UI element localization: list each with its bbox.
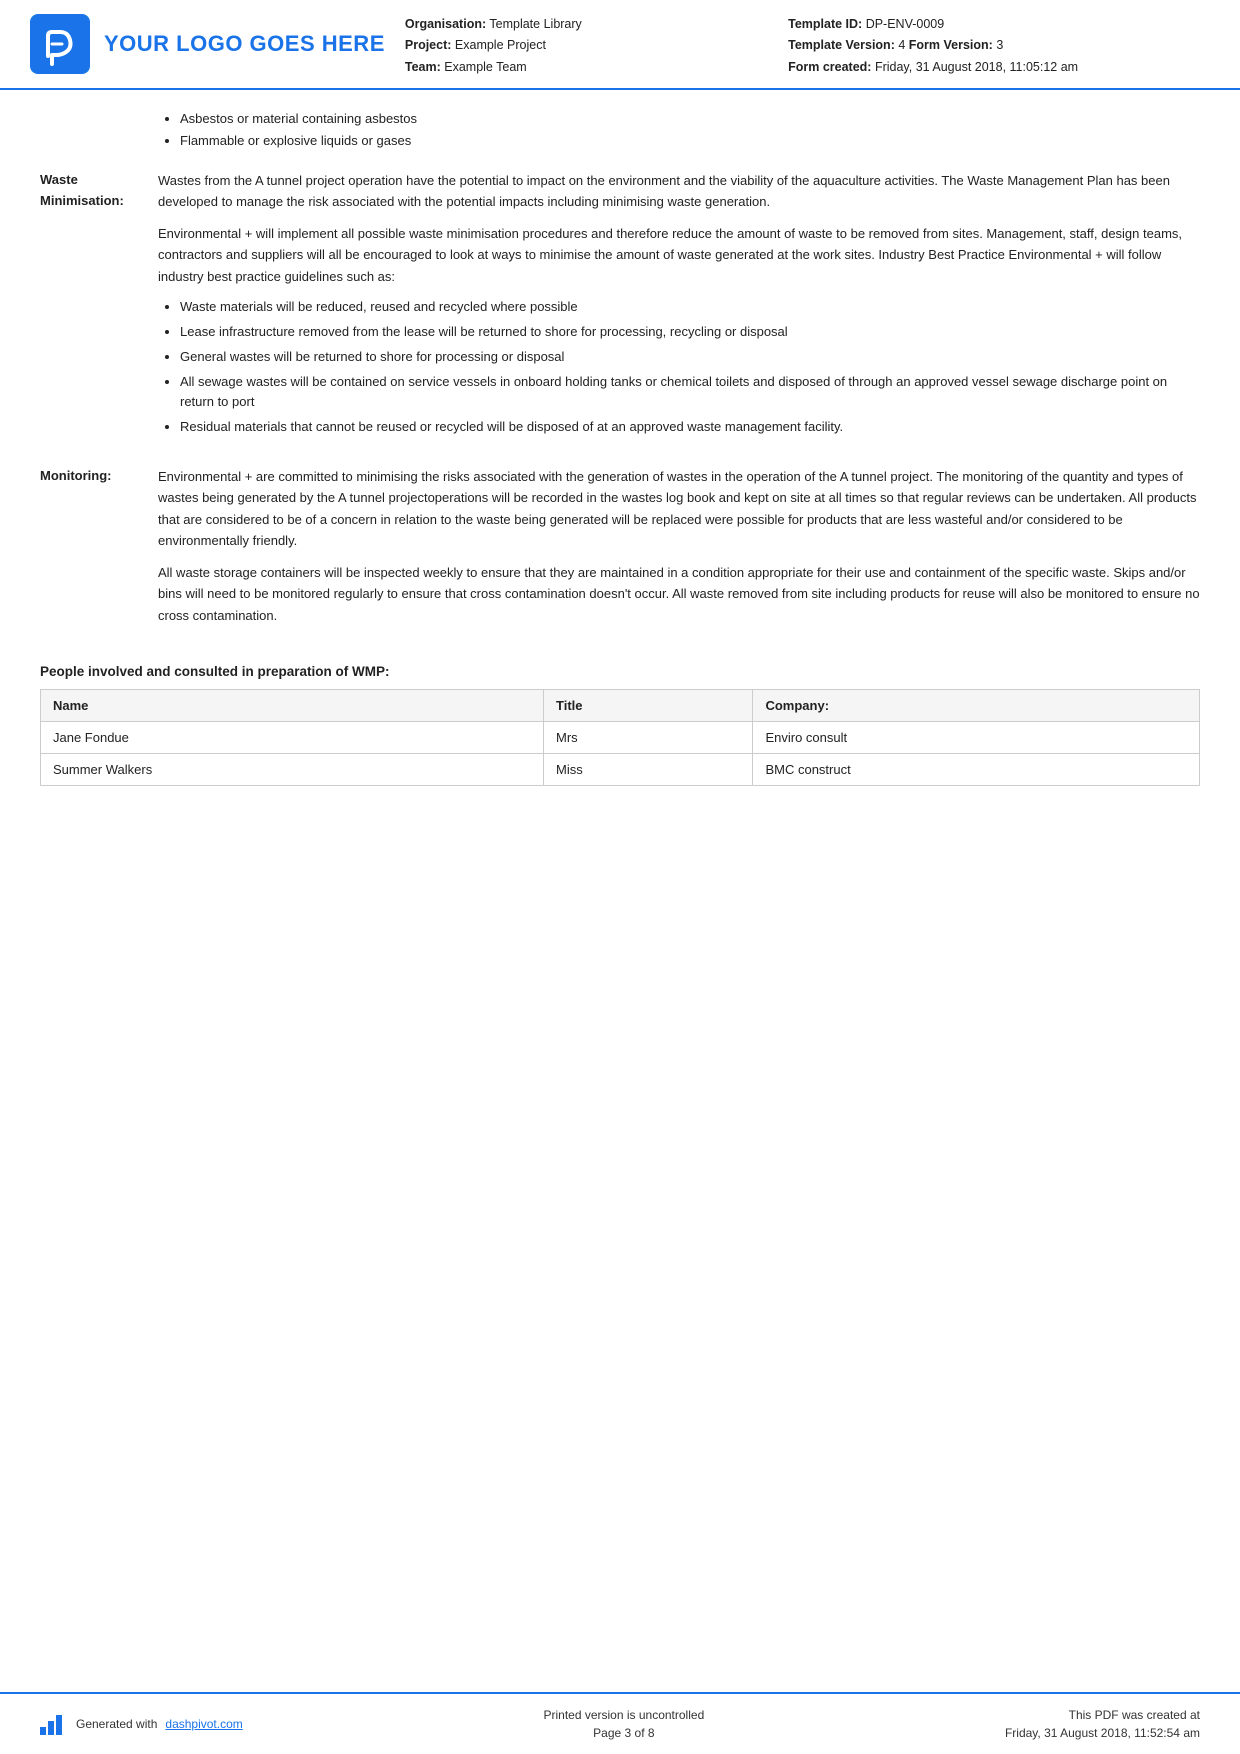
header: YOUR LOGO GOES HERE Organisation: Templa… bbox=[0, 0, 1240, 90]
footer-right: This PDF was created at Friday, 31 Augus… bbox=[1005, 1706, 1200, 1742]
form-created-line: Form created: Friday, 31 August 2018, 11… bbox=[788, 57, 1200, 78]
template-id-label: Template ID: bbox=[788, 17, 862, 31]
project-label: Project: bbox=[405, 38, 452, 52]
row2-name: Summer Walkers bbox=[41, 753, 544, 785]
team-value: Example Team bbox=[444, 60, 526, 74]
people-section-title: People involved and consulted in prepara… bbox=[40, 664, 1200, 679]
form-created-label: Form created: bbox=[788, 60, 871, 74]
form-created-value: Friday, 31 August 2018, 11:05:12 am bbox=[875, 60, 1078, 74]
row2-title: Miss bbox=[544, 753, 753, 785]
template-id-line: Template ID: DP-ENV-0009 bbox=[788, 14, 1200, 35]
intro-bullet-2: Flammable or explosive liquids or gases bbox=[180, 130, 1200, 152]
page: YOUR LOGO GOES HERE Organisation: Templa… bbox=[0, 0, 1240, 1754]
col-company-header: Company: bbox=[753, 689, 1200, 721]
header-meta-right: Template ID: DP-ENV-0009 Template Versio… bbox=[788, 14, 1200, 78]
col-title-header: Title bbox=[544, 689, 753, 721]
header-meta-left: Organisation: Template Library Project: … bbox=[405, 14, 748, 78]
people-table: Name Title Company: Jane Fondue Mrs Envi… bbox=[40, 689, 1200, 786]
header-meta: Organisation: Template Library Project: … bbox=[405, 10, 1200, 78]
intro-bullet-list: Asbestos or material containing asbestos… bbox=[160, 108, 1200, 152]
table-row: Summer Walkers Miss BMC construct bbox=[41, 753, 1200, 785]
template-id-value: DP-ENV-0009 bbox=[866, 17, 945, 31]
monitoring-para-2: All waste storage containers will be ins… bbox=[158, 562, 1200, 626]
footer-pdf-line2: Friday, 31 August 2018, 11:52:54 am bbox=[1005, 1724, 1200, 1742]
template-version-line: Template Version: 4 Form Version: 3 bbox=[788, 35, 1200, 56]
waste-minimisation-body: Wastes from the A tunnel project operati… bbox=[158, 170, 1200, 448]
table-header-row: Name Title Company: bbox=[41, 689, 1200, 721]
monitoring-para-1: Environmental + are committed to minimis… bbox=[158, 466, 1200, 552]
footer: Generated with dashpivot.com Printed ver… bbox=[0, 1692, 1240, 1754]
waste-minimisation-section: Waste Minimisation: Wastes from the A tu… bbox=[40, 170, 1200, 448]
footer-left: Generated with dashpivot.com bbox=[40, 1713, 243, 1735]
waste-bullet-4: All sewage wastes will be contained on s… bbox=[180, 372, 1200, 414]
org-label: Organisation: bbox=[405, 17, 486, 31]
footer-generated-text: Generated with bbox=[76, 1717, 157, 1731]
logo-icon bbox=[30, 14, 90, 74]
logo-text: YOUR LOGO GOES HERE bbox=[104, 31, 385, 57]
waste-minimisation-label: Waste Minimisation: bbox=[40, 170, 158, 448]
footer-page: Page 3 of 8 bbox=[543, 1724, 704, 1742]
dashpivot-icon bbox=[40, 1713, 68, 1735]
team-label: Team: bbox=[405, 60, 441, 74]
table-row: Jane Fondue Mrs Enviro consult bbox=[41, 721, 1200, 753]
waste-bullet-5: Residual materials that cannot be reused… bbox=[180, 417, 1200, 438]
form-version-value: 3 bbox=[996, 38, 1003, 52]
row1-company: Enviro consult bbox=[753, 721, 1200, 753]
row1-title: Mrs bbox=[544, 721, 753, 753]
content: Asbestos or material containing asbestos… bbox=[0, 90, 1240, 1692]
footer-uncontrolled: Printed version is uncontrolled bbox=[543, 1706, 704, 1724]
project-value: Example Project bbox=[455, 38, 546, 52]
waste-bullet-3: General wastes will be returned to shore… bbox=[180, 347, 1200, 368]
org-value: Template Library bbox=[489, 17, 581, 31]
people-section: People involved and consulted in prepara… bbox=[40, 664, 1200, 786]
waste-bullet-1: Waste materials will be reduced, reused … bbox=[180, 297, 1200, 318]
footer-pdf-line1: This PDF was created at bbox=[1005, 1706, 1200, 1724]
template-version-label: Template Version: bbox=[788, 38, 895, 52]
template-version-value: 4 bbox=[898, 38, 905, 52]
intro-bullets-container: Asbestos or material containing asbestos… bbox=[160, 108, 1200, 152]
row2-company: BMC construct bbox=[753, 753, 1200, 785]
waste-para-1: Wastes from the A tunnel project operati… bbox=[158, 170, 1200, 213]
monitoring-body: Environmental + are committed to minimis… bbox=[158, 466, 1200, 636]
monitoring-section: Monitoring: Environmental + are committe… bbox=[40, 466, 1200, 636]
waste-para-2: Environmental + will implement all possi… bbox=[158, 223, 1200, 287]
logo-area: YOUR LOGO GOES HERE bbox=[30, 10, 385, 78]
monitoring-label: Monitoring: bbox=[40, 466, 158, 636]
project-line: Project: Example Project bbox=[405, 35, 748, 56]
footer-link[interactable]: dashpivot.com bbox=[165, 1717, 242, 1731]
waste-bullet-list: Waste materials will be reduced, reused … bbox=[158, 297, 1200, 438]
waste-bullet-2: Lease infrastructure removed from the le… bbox=[180, 322, 1200, 343]
form-version-label: Form Version: bbox=[909, 38, 993, 52]
team-line: Team: Example Team bbox=[405, 57, 748, 78]
footer-center: Printed version is uncontrolled Page 3 o… bbox=[543, 1706, 704, 1742]
col-name-header: Name bbox=[41, 689, 544, 721]
intro-bullet-1: Asbestos or material containing asbestos bbox=[180, 108, 1200, 130]
row1-name: Jane Fondue bbox=[41, 721, 544, 753]
org-line: Organisation: Template Library bbox=[405, 14, 748, 35]
